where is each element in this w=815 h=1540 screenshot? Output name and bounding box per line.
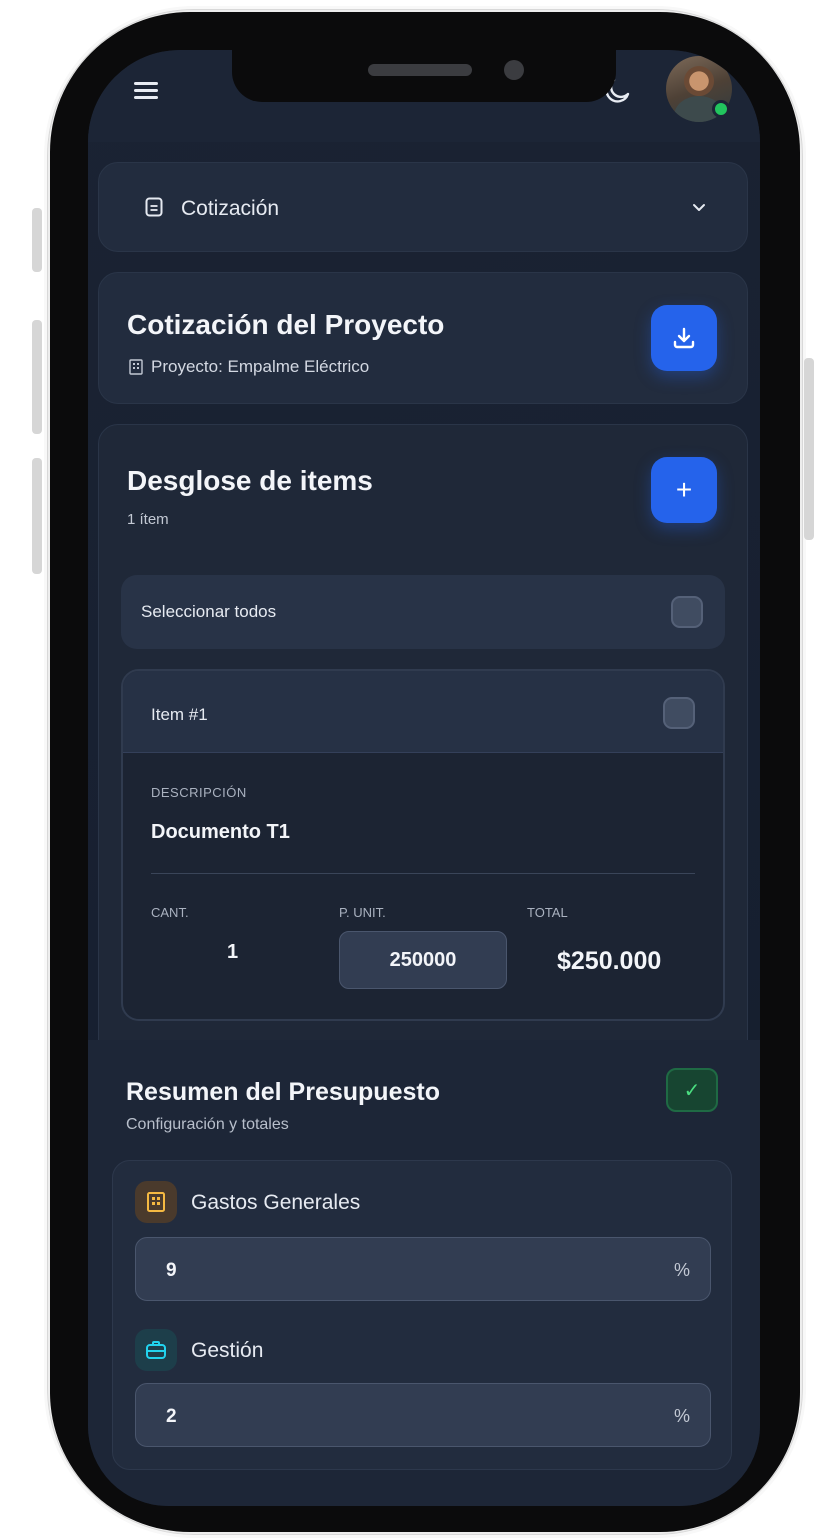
section-title: Desglose de items	[127, 465, 373, 496]
percent-unit: %	[673, 1260, 690, 1280]
gestion-value: 2	[166, 1406, 177, 1427]
phone-notch	[232, 50, 616, 102]
briefcase-icon	[135, 1329, 177, 1371]
building-icon	[129, 359, 143, 375]
building-icon	[135, 1181, 177, 1223]
select-all-label: Seleccionar todos	[141, 602, 277, 621]
phone-side-button	[32, 208, 42, 272]
description-label: DESCRIPCIÓN	[151, 785, 247, 800]
budget-summary-section: Resumen del Presupuesto Configuración y …	[88, 1040, 760, 1506]
gestion-label: Gestión	[191, 1339, 264, 1362]
percent-unit: %	[673, 1406, 690, 1426]
hamburger-menu-icon[interactable]	[134, 80, 158, 102]
unit-price-label: P. UNIT.	[339, 905, 386, 920]
download-button[interactable]	[651, 305, 717, 371]
phone-side-button	[32, 458, 42, 574]
phone-side-button	[804, 358, 814, 540]
item-name: Item #1	[151, 705, 208, 724]
plus-icon: +	[675, 474, 693, 505]
summary-title: Resumen del Presupuesto	[126, 1078, 440, 1106]
online-status-dot	[712, 100, 730, 118]
confirm-check-button[interactable]: ✓	[666, 1068, 718, 1112]
select-all-checkbox[interactable]	[671, 596, 703, 628]
add-item-button[interactable]: +	[651, 457, 717, 523]
item-header: Item #1	[123, 671, 723, 753]
project-name: Proyecto: Empalme Eléctrico	[151, 357, 370, 376]
gastos-generales-value: 9	[166, 1260, 177, 1281]
section-select-dropdown[interactable]: Cotización	[98, 162, 748, 252]
gastos-generales-input[interactable]: 9 %	[135, 1237, 711, 1301]
gastos-generales-label: Gastos Generales	[191, 1191, 361, 1214]
phone-camera	[504, 60, 524, 80]
phone-side-button	[32, 320, 42, 434]
summary-subtitle: Configuración y totales	[126, 1116, 289, 1133]
gestion-input[interactable]: 2 %	[135, 1383, 711, 1447]
phone-speaker	[368, 64, 472, 76]
section-select-label: Cotización	[181, 197, 280, 220]
config-card: Gastos Generales 9 % Gestión 2 %	[112, 1160, 732, 1470]
total-value: $250.000	[557, 947, 662, 975]
chevron-down-icon	[693, 204, 705, 211]
quantity-value[interactable]: 1	[227, 941, 238, 964]
total-label: TOTAL	[527, 905, 568, 920]
page-title: Cotización del Proyecto	[127, 309, 445, 340]
unit-price-input[interactable]	[339, 931, 507, 989]
app-screen: Cotización Cotización del Proyecto Proye…	[88, 50, 760, 1506]
description-value[interactable]: Documento T1	[151, 821, 290, 844]
download-icon	[673, 327, 695, 349]
select-all-row[interactable]: Seleccionar todos	[121, 575, 725, 649]
project-header-card: Cotización del Proyecto Proyecto: Empalm…	[98, 272, 748, 404]
item-checkbox[interactable]	[663, 697, 695, 729]
item-count: 1 ítem	[127, 511, 169, 528]
document-icon	[145, 197, 163, 217]
list-item: Item #1 DESCRIPCIÓN Documento T1 CANT. P…	[121, 669, 725, 1021]
quantity-label: CANT.	[151, 905, 189, 920]
divider	[151, 873, 695, 874]
